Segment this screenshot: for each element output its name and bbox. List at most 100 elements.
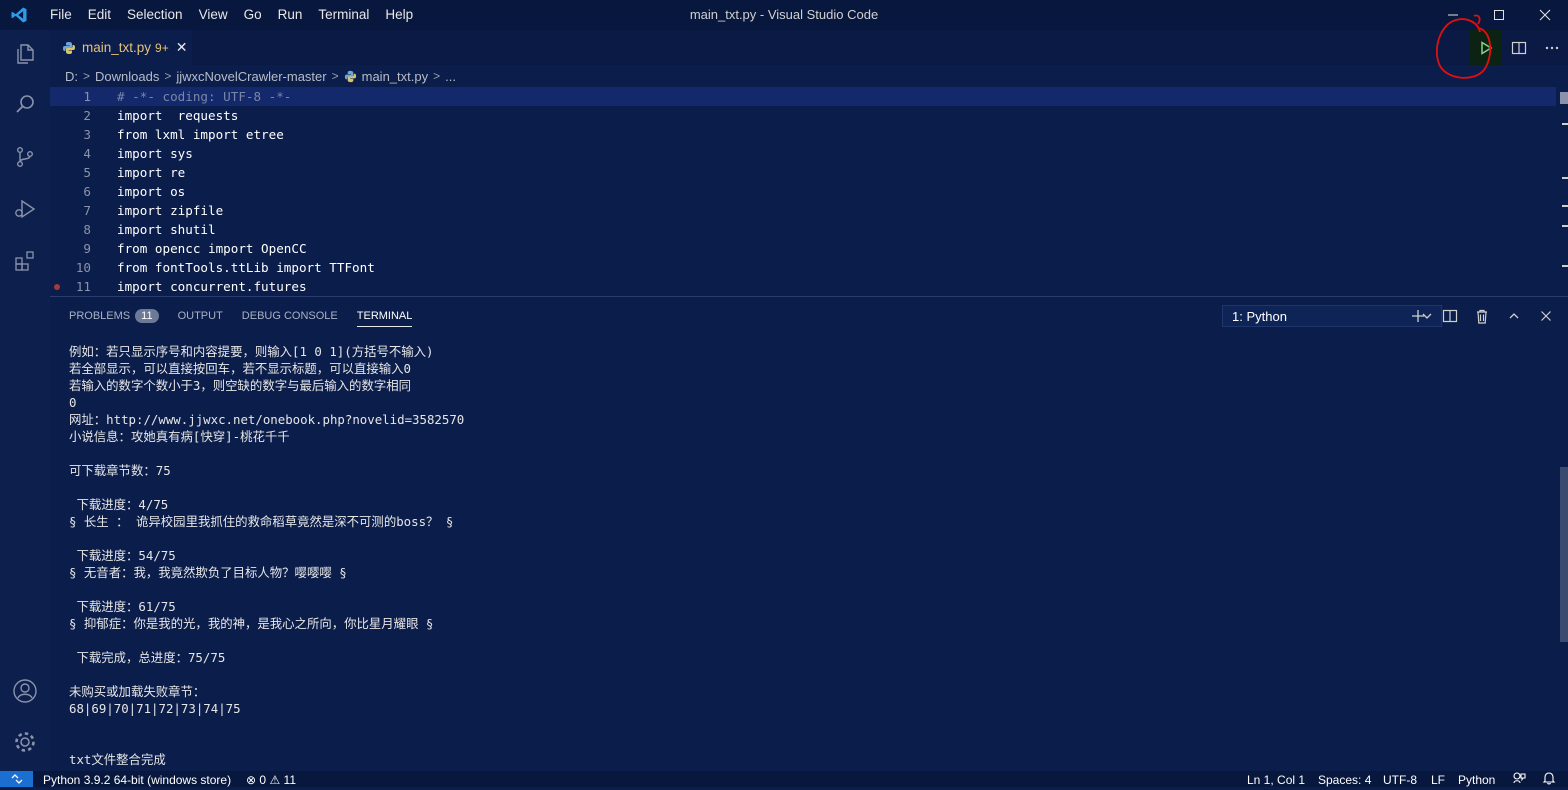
run-python-file-button[interactable] — [1469, 30, 1502, 65]
code-line[interactable]: 3 from lxml import etree — [50, 125, 1556, 144]
terminal-line: 若输入的数字个数小于3，则空缺的数字与最后输入的数字相同 — [69, 378, 412, 393]
close-icon — [1541, 311, 1551, 321]
menu-run[interactable]: Run — [270, 0, 311, 30]
menu-file[interactable]: File — [42, 0, 80, 30]
code-line[interactable]: 5 import re — [50, 163, 1556, 182]
code-text: import concurrent.futures — [117, 279, 307, 294]
warning-icon: ⚠ — [269, 773, 281, 787]
code-text: import sys — [117, 146, 193, 161]
code-line[interactable]: 2 import requests — [50, 106, 1556, 125]
overview-marker — [1562, 123, 1568, 125]
terminal-line: 下载进度：4/75 — [69, 497, 169, 512]
code-text: import requests — [117, 108, 239, 123]
manage-button[interactable] — [0, 718, 50, 766]
split-editor-button[interactable] — [1502, 30, 1535, 65]
code-line[interactable]: 6 import os — [50, 182, 1556, 201]
tab-terminal[interactable]: TERMINAL — [356, 297, 412, 335]
terminal-line: 下载完成，总进度：75/75 — [69, 650, 226, 665]
breadcrumb-project[interactable]: jjwxcNovelCrawler-master — [176, 69, 326, 84]
python-file-icon — [344, 70, 356, 82]
language-mode[interactable]: Python — [1458, 771, 1495, 787]
remote-icon — [11, 774, 22, 784]
split-terminal-button[interactable] — [1434, 297, 1466, 335]
code-text: # -*- coding: UTF-8 -*- — [117, 89, 292, 104]
encoding[interactable]: UTF-8 — [1383, 771, 1417, 787]
error-count: 0 — [259, 773, 267, 787]
line-number: 6 — [83, 184, 91, 199]
code-line[interactable]: 8 import shutil — [50, 220, 1556, 239]
menu-selection[interactable]: Selection — [119, 0, 191, 30]
cursor-position[interactable]: Ln 1, Col 1 — [1247, 771, 1305, 787]
overview-marker — [1562, 265, 1568, 267]
line-number: 9 — [83, 241, 91, 256]
editor-scrollbar[interactable] — [1556, 87, 1568, 296]
run-debug-button[interactable] — [0, 185, 50, 233]
maximize-icon — [1494, 10, 1504, 20]
menu-terminal[interactable]: Terminal — [310, 0, 377, 30]
search-button[interactable] — [0, 80, 50, 128]
tab-debug-console[interactable]: DEBUG CONSOLE — [242, 297, 338, 335]
files-icon — [17, 44, 34, 64]
scroll-thumb[interactable] — [1560, 92, 1568, 104]
code-line[interactable]: 11 import concurrent.futures — [50, 277, 1556, 296]
accounts-button[interactable] — [0, 667, 50, 715]
editor-tab-bar: main_txt.py 9+ ✕ — [50, 14, 1568, 79]
tab-main-txt-py[interactable]: main_txt.py 9+ ✕ — [50, 30, 192, 65]
warning-count: 11 — [283, 773, 297, 787]
line-number: 7 — [83, 203, 91, 218]
menu-help[interactable]: Help — [377, 0, 421, 30]
close-panel-button[interactable] — [1530, 297, 1562, 335]
tab-output[interactable]: OUTPUT — [178, 297, 223, 335]
source-control-button[interactable] — [0, 133, 50, 181]
extensions-button[interactable] — [0, 237, 50, 285]
code-text: import zipfile — [117, 203, 224, 218]
code-line[interactable]: 4 import sys — [50, 144, 1556, 163]
close-window-button[interactable] — [1522, 0, 1568, 30]
bottom-panel: PROBLEMS 11 OUTPUT DEBUG CONSOLE TERMINA… — [50, 296, 1568, 771]
terminal-line: § 抑郁症：你是我的光，我的神，是我心之所向，你比星月耀眼 § — [69, 616, 434, 631]
menu-go[interactable]: Go — [236, 0, 270, 30]
indentation[interactable]: Spaces: 4 — [1318, 771, 1371, 787]
code-line[interactable]: 7 import zipfile — [50, 201, 1556, 220]
new-terminal-button[interactable] — [1402, 297, 1434, 335]
tab-close-icon[interactable]: ✕ — [176, 40, 188, 56]
code-line[interactable]: 1 # -*- coding: UTF-8 -*- — [50, 87, 1556, 106]
kill-terminal-button[interactable] — [1466, 297, 1498, 335]
source-control-icon — [16, 147, 33, 168]
tab-problems[interactable]: PROBLEMS 11 — [69, 297, 159, 335]
minimize-button[interactable] — [1430, 0, 1476, 30]
chevron-right-icon: > — [83, 69, 91, 83]
python-interpreter[interactable]: Python 3.9.2 64-bit (windows store) — [43, 771, 231, 787]
more-actions-button[interactable] — [1535, 30, 1568, 65]
search-icon — [16, 95, 34, 113]
breadcrumb-drive[interactable]: D: — [65, 69, 78, 84]
breadcrumb-file[interactable]: main_txt.py — [362, 69, 428, 84]
overview-marker — [1562, 225, 1568, 227]
explorer-button[interactable] — [0, 30, 50, 78]
menu-edit[interactable]: Edit — [80, 0, 119, 30]
problems-status[interactable]: ⊗ 0 ⚠ 11 — [246, 771, 296, 787]
menu-view[interactable]: View — [191, 0, 236, 30]
notifications-button[interactable] — [1542, 771, 1556, 787]
code-line[interactable]: 10 from fontTools.ttLib import TTFont — [50, 258, 1556, 277]
maximize-panel-button[interactable] — [1498, 297, 1530, 335]
account-icon — [13, 679, 37, 703]
line-number: 11 — [75, 279, 91, 294]
code-line[interactable]: 9 from opencc import OpenCC — [50, 239, 1556, 258]
remote-button[interactable] — [0, 771, 33, 787]
feedback-button[interactable] — [1512, 771, 1526, 787]
line-number: 8 — [83, 222, 91, 237]
maximize-button[interactable] — [1476, 0, 1522, 30]
line-number: 4 — [83, 146, 91, 161]
terminal-scrollbar[interactable] — [1560, 467, 1568, 642]
code-text: import os — [117, 184, 186, 199]
terminal-output[interactable]: 例如：若只显示序号和内容提要，则输入[1 0 1](方括号不输入) 若全部显示，… — [69, 343, 1549, 771]
breadcrumb-downloads[interactable]: Downloads — [95, 69, 159, 84]
end-of-line[interactable]: LF — [1431, 771, 1445, 787]
plus-icon — [1412, 310, 1424, 322]
code-editor[interactable]: 1 # -*- coding: UTF-8 -*- 2 import reque… — [50, 87, 1568, 296]
breadcrumb-symbol[interactable]: ... — [445, 69, 456, 84]
